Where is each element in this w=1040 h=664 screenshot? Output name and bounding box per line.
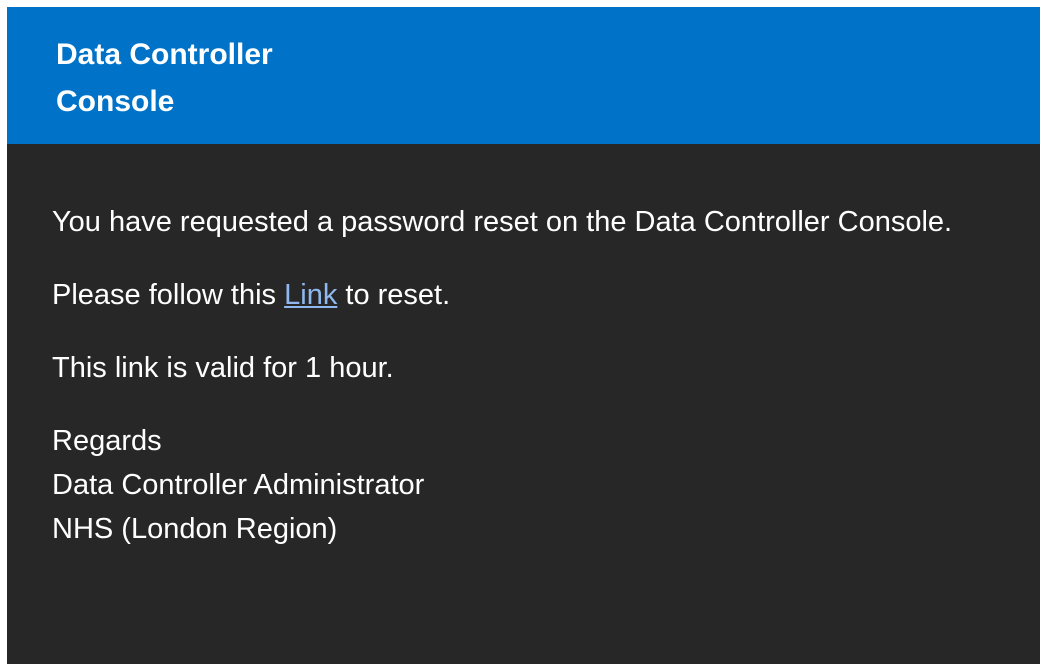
signature-organization: NHS (London Region) [52, 513, 338, 545]
header-title: Data Controller Console [56, 38, 273, 118]
signature-regards: Regards [52, 425, 162, 457]
link-validity-text: This link is valid for 1 hour. [52, 352, 394, 384]
signature-block: Regards Data Controller Administrator NH… [52, 419, 1040, 551]
email-header: Data Controller Console [7, 7, 1040, 144]
password-reset-link[interactable]: Link [284, 279, 337, 311]
follow-link-prefix: Please follow this [52, 279, 285, 311]
email-body: You have requested a password reset on t… [7, 144, 1040, 551]
follow-link-text: Please follow this Link to reset. [52, 273, 992, 317]
signature-name: Data Controller Administrator [52, 469, 425, 501]
email-view: Data Controller Console You have request… [7, 7, 1040, 664]
reset-request-text: You have requested a password reset on t… [52, 206, 953, 238]
follow-link-suffix: to reset. [337, 279, 451, 311]
